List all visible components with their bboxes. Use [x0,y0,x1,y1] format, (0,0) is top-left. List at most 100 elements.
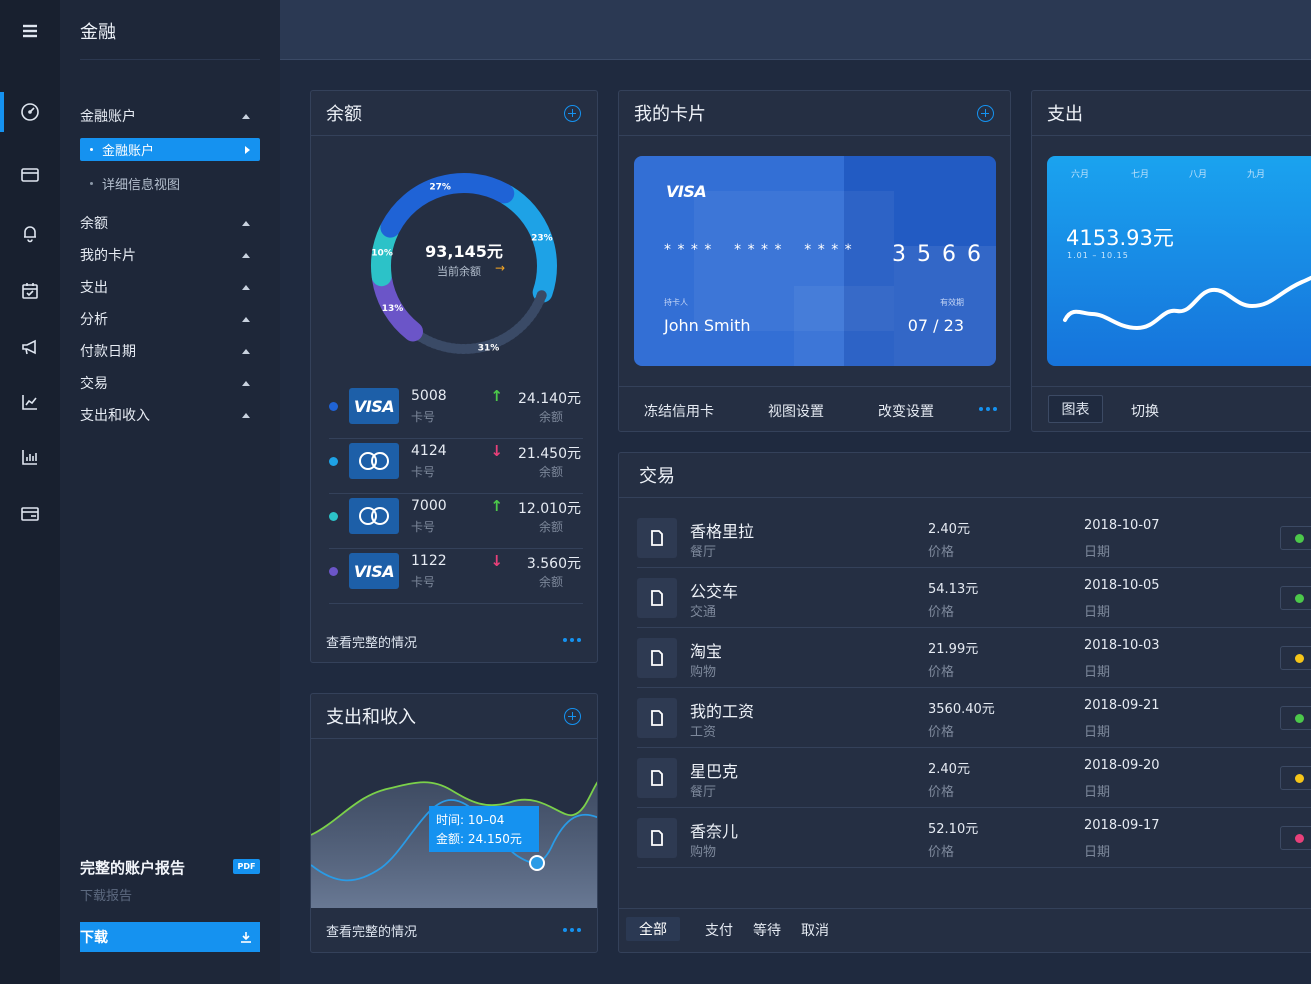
card-icon[interactable] [0,494,60,534]
nav-group-accounts[interactable]: 金融账户 [80,104,260,128]
dashboard-icon[interactable] [0,92,60,132]
nav-label: 分析 [80,312,108,328]
account-row[interactable]: 4124 卡号 ↓ 21.450元 余额 [329,439,583,494]
add-icon[interactable] [977,105,994,122]
filter-all[interactable]: 全部 [626,917,680,941]
view-full-link[interactable]: 查看完整的情况 [326,921,417,940]
arrow-right-icon[interactable]: → [495,261,505,275]
bell-icon[interactable] [0,213,60,253]
transaction-name: 香格里拉 [690,522,755,541]
status-badge[interactable] [1280,526,1311,550]
more-icon[interactable] [979,407,997,411]
account-number-label: 卡号 [411,410,436,424]
nav-item-expense[interactable]: 支出 [80,275,260,299]
status-badge[interactable] [1280,646,1311,670]
bar-chart-icon[interactable] [0,437,60,477]
add-icon[interactable] [564,105,581,122]
account-amount-label: 余额 [538,465,563,479]
transaction-date: 2018-09-17 [1084,818,1160,833]
menu-icon[interactable] [0,11,60,51]
donut-label: 27% [429,183,451,193]
nav-item-balance[interactable]: 余额 [80,211,260,235]
download-button[interactable]: 下载 [80,922,260,952]
sidebar: 金融 金融账户 金融账户 详细信息视图 余额 我的卡片 支出 分析 付款日期 交… [60,0,280,984]
transaction-price: 2.40元 [928,522,970,537]
nav-item-payment-date[interactable]: 付款日期 [80,339,260,363]
nav-item-income-expense[interactable]: 支出和收入 [80,403,260,427]
status-badge[interactable] [1280,706,1311,730]
nav-item-analysis[interactable]: 分析 [80,307,260,331]
balance-card: 余额 23% 31% 13% 10% 27% 93,145元 当前余额 → VISA 5… [310,90,598,663]
card-logo [349,443,399,479]
calendar-icon[interactable] [0,271,60,311]
status-dot [1295,714,1304,723]
freeze-card-button[interactable]: 冻结信用卡 [644,401,714,421]
tooltip-point-icon [529,855,545,871]
account-amount-label: 余额 [538,575,563,589]
wallet-icon[interactable] [0,155,60,195]
status-dot [1295,834,1304,843]
account-row[interactable]: VISA 5008 卡号 ↑ 24.140元 余额 [329,384,583,439]
date-label: 日期 [1084,785,1111,800]
change-settings-button[interactable]: 改变设置 [878,401,934,421]
tooltip-time-label: 时间: [436,813,465,827]
transaction-price: 21.99元 [928,642,979,657]
card-header: 支出和收入 [311,694,597,739]
card-expiry: 07 / 23 [907,316,964,335]
filter-cancelled[interactable]: 取消 [801,920,829,940]
download-label: 下载 [80,930,108,946]
view-settings-button[interactable]: 视图设置 [768,401,824,421]
transaction-row[interactable]: 香格里拉 餐厅 2.40元 价格 2018-10-07 日期 [637,508,1311,568]
status-badge[interactable] [1280,586,1311,610]
add-icon[interactable] [564,708,581,725]
more-icon[interactable] [563,638,581,642]
tab-chart[interactable]: 图表 [1048,395,1103,423]
filter-pending[interactable]: 等待 [753,920,781,940]
price-label: 价格 [928,785,955,800]
nav-sub-detail[interactable]: 详细信息视图 [90,174,180,193]
price-label: 价格 [928,725,955,740]
expense-card: 支出 六月 七月 八月 九月 4153.93元 1.01 – 10.15 图表 … [1031,90,1311,432]
divider [80,59,260,60]
transaction-category: 工资 [690,725,717,740]
card-header: 余额 [311,91,597,136]
transaction-row[interactable]: 星巴克 餐厅 2.40元 价格 2018-09-20 日期 [637,748,1311,808]
nav-label: 我的卡片 [80,248,136,264]
view-full-link[interactable]: 查看完整的情况 [326,632,417,651]
account-row[interactable]: 7000 卡号 ↑ 12.010元 余额 [329,494,583,549]
more-icon[interactable] [563,928,581,932]
card-title: 支出 [1047,104,1083,125]
transaction-row[interactable]: 淘宝 购物 21.99元 价格 2018-10-03 日期 [637,628,1311,688]
account-dot [329,567,338,576]
document-icon [637,638,677,678]
arrow-down-icon: ↓ [490,442,503,460]
transaction-row[interactable]: 香奈儿 购物 52.10元 价格 2018-09-17 日期 [637,808,1311,868]
transaction-row[interactable]: 我的工资 工资 3560.40元 价格 2018-09-21 日期 [637,688,1311,748]
donut-label: 31% [478,343,500,353]
status-badge[interactable] [1280,826,1311,850]
card-header: 交易 [619,453,1311,498]
nav-item-transactions[interactable]: 交易 [80,371,260,395]
filter-paid[interactable]: 支付 [705,920,733,940]
transaction-row[interactable]: 公交车 交通 54.13元 价格 2018-10-05 日期 [637,568,1311,628]
credit-card[interactable]: VISA * * * * * * * * * * * * 3 5 6 6 持卡人… [634,156,996,366]
nav-label: 付款日期 [80,344,136,360]
status-badge[interactable] [1280,766,1311,790]
account-number: 4124 [411,443,447,459]
report-title: 完整的账户报告 [80,859,186,877]
nav-label: 支出和收入 [80,408,150,424]
tab-switch[interactable]: 切换 [1131,401,1159,421]
date-label: 日期 [1084,845,1111,860]
nav-item-my-cards[interactable]: 我的卡片 [80,243,260,267]
status-dot [1295,534,1304,543]
transaction-price: 52.10元 [928,822,979,837]
account-amount: 21.450元 [518,446,581,462]
nav-sub-accounts[interactable]: 金融账户 [80,138,260,161]
account-dot [329,457,338,466]
card-logo: VISA [349,553,399,589]
megaphone-icon[interactable] [0,327,60,367]
donut-segment [410,290,547,354]
account-row[interactable]: VISA 1122 卡号 ↓ 3.560元 余额 [329,549,583,604]
trend-icon[interactable] [0,382,60,422]
divider [1032,386,1311,387]
